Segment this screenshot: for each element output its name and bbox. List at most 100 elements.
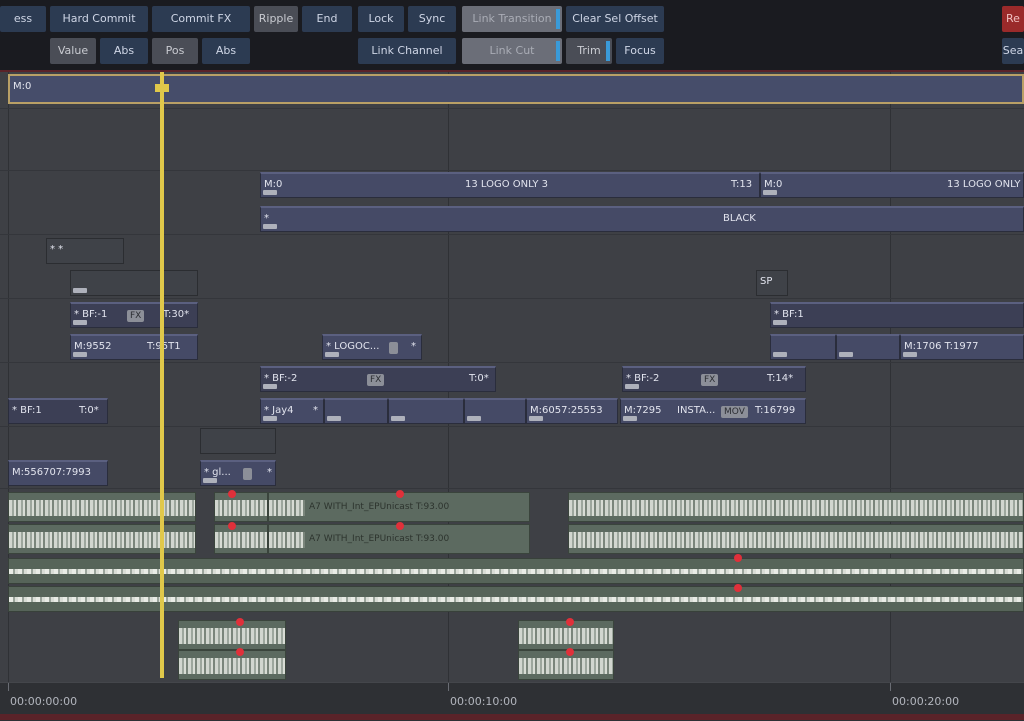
clip-m1706[interactable]: M:1706 T:1977	[900, 334, 1024, 360]
audio-clip[interactable]	[568, 524, 1024, 554]
waveform	[215, 500, 267, 516]
waveform	[9, 500, 195, 516]
clip-handle[interactable]	[73, 288, 87, 293]
keyframe-marker[interactable]	[236, 618, 244, 626]
keyframe-marker[interactable]	[228, 522, 236, 530]
clip-empty[interactable]	[200, 428, 276, 454]
clip-handle[interactable]	[625, 384, 639, 389]
keyframe-marker[interactable]	[734, 554, 742, 562]
clip-handle[interactable]	[903, 352, 917, 357]
sync-button[interactable]: Sync	[408, 6, 456, 32]
clip-blank[interactable]	[836, 334, 900, 360]
clip-bf-3[interactable]: * BF:-2 FX T:14*	[622, 366, 806, 392]
abs-button-2[interactable]: Abs	[202, 38, 250, 64]
audio-clip[interactable]	[178, 620, 286, 650]
hard-commit-button[interactable]: Hard Commit	[50, 6, 148, 32]
audio-clip[interactable]	[568, 492, 1024, 522]
link-cut-toggle[interactable]: Link Cut	[462, 38, 562, 64]
clip-blank[interactable]	[324, 398, 388, 424]
focus-button[interactable]: Focus	[616, 38, 664, 64]
clip-handle[interactable]	[73, 320, 87, 325]
clip-bf-left[interactable]: * BF:1 T:0*	[8, 398, 108, 424]
clip-handle[interactable]	[263, 190, 277, 195]
abs-button-1[interactable]: Abs	[100, 38, 148, 64]
keyframe-marker[interactable]	[734, 584, 742, 592]
link-channel-button[interactable]: Link Channel	[358, 38, 456, 64]
clip-sp[interactable]: SP	[756, 270, 788, 296]
clip-handle[interactable]	[263, 416, 277, 421]
fx-badge	[389, 342, 398, 354]
clip-blank[interactable]	[388, 398, 464, 424]
keyframe-marker[interactable]	[236, 648, 244, 656]
partial-right-button[interactable]: Sea	[1002, 38, 1024, 64]
clip-blank[interactable]	[770, 334, 836, 360]
clip-bf-2[interactable]: * BF:-2 FX T:0*	[260, 366, 496, 392]
end-button[interactable]: End	[302, 6, 352, 32]
timeline-area[interactable]: M:0 M:0 13 LOGO ONLY 3 T:13 M:0 13 LOGO …	[0, 72, 1024, 682]
clip-blank[interactable]	[464, 398, 526, 424]
clip-handle[interactable]	[73, 352, 87, 357]
clip-logo-1[interactable]: M:0 13 LOGO ONLY 3 T:13	[260, 172, 760, 198]
clip-black[interactable]: * BLACK	[260, 206, 1024, 232]
waveform	[519, 658, 613, 674]
clip-bf-right[interactable]: * BF:1	[770, 302, 1024, 328]
waveform	[569, 500, 1023, 516]
clip-logo-2[interactable]: M:0 13 LOGO ONLY	[760, 172, 1024, 198]
clip-m556707[interactable]: M:556707:7993	[8, 460, 108, 486]
clip-handle[interactable]	[263, 224, 277, 229]
keyframe-marker[interactable]	[396, 490, 404, 498]
link-transition-toggle[interactable]: Link Transition	[462, 6, 562, 32]
clip-jay[interactable]: * Jay4 *	[260, 398, 324, 424]
keyframe-marker[interactable]	[566, 618, 574, 626]
pos-button[interactable]: Pos	[152, 38, 198, 64]
partial-left-button[interactable]: ess	[0, 6, 46, 32]
clip-handle[interactable]	[839, 352, 853, 357]
value-button[interactable]: Value	[50, 38, 96, 64]
track-divider	[0, 426, 1024, 427]
keyframe-marker[interactable]	[396, 522, 404, 530]
playhead[interactable]	[160, 72, 164, 678]
clip-handle[interactable]	[467, 416, 481, 421]
clip-handle[interactable]	[327, 416, 341, 421]
clip-handle[interactable]	[773, 352, 787, 357]
trim-toggle[interactable]: Trim	[566, 38, 612, 64]
clip-bf-1[interactable]: * BF:-1 FX T:30*	[70, 302, 198, 328]
audio-clip[interactable]	[8, 524, 196, 554]
lock-button[interactable]: Lock	[358, 6, 404, 32]
ripple-button[interactable]: Ripple	[254, 6, 298, 32]
keyframe-marker[interactable]	[566, 648, 574, 656]
clip-handle[interactable]	[773, 320, 787, 325]
clip-name: BLACK	[723, 213, 756, 224]
keyframe-marker[interactable]	[228, 490, 236, 498]
clip-handle[interactable]	[263, 384, 277, 389]
fx-badge: FX	[127, 310, 145, 322]
audio-clip[interactable]	[178, 650, 286, 680]
clip-empty[interactable]	[70, 270, 198, 296]
clip-m6057[interactable]: M:6057:25553	[526, 398, 618, 424]
clip-handle[interactable]	[325, 352, 339, 357]
clip-m9552[interactable]: M:9552 T:95T1	[70, 334, 198, 360]
clip-name: * LOGOC...	[326, 341, 380, 352]
clip-small[interactable]: * *	[46, 238, 124, 264]
playhead-handle[interactable]	[155, 84, 169, 92]
audio-clip[interactable]	[214, 524, 268, 554]
clip-handle[interactable]	[623, 416, 637, 421]
clip-gl[interactable]: * gl... *	[200, 460, 276, 486]
audio-clip[interactable]	[214, 492, 268, 522]
audio-clip[interactable]	[8, 492, 196, 522]
clip-label: M:0	[13, 81, 32, 92]
partial-right-red-button[interactable]: Re	[1002, 6, 1024, 32]
clip-handle[interactable]	[529, 416, 543, 421]
clip-name: 13 LOGO ONLY 3	[465, 179, 549, 190]
clip-handle[interactable]	[391, 416, 405, 421]
waveform	[179, 658, 285, 674]
clip-insta[interactable]: M:7295 INSTA... MOV T:16799	[620, 398, 806, 424]
track-divider	[0, 298, 1024, 299]
clip-logoc[interactable]: * LOGOC... *	[322, 334, 422, 360]
commit-fx-button[interactable]: Commit FX	[152, 6, 250, 32]
clear-sel-offset-button[interactable]: Clear Sel Offset	[566, 6, 664, 32]
clip-handle[interactable]	[763, 190, 777, 195]
clip-label: M:6057:25553	[530, 405, 603, 416]
clip-handle[interactable]	[203, 478, 217, 483]
clip-name: * BF:-1	[74, 309, 108, 320]
